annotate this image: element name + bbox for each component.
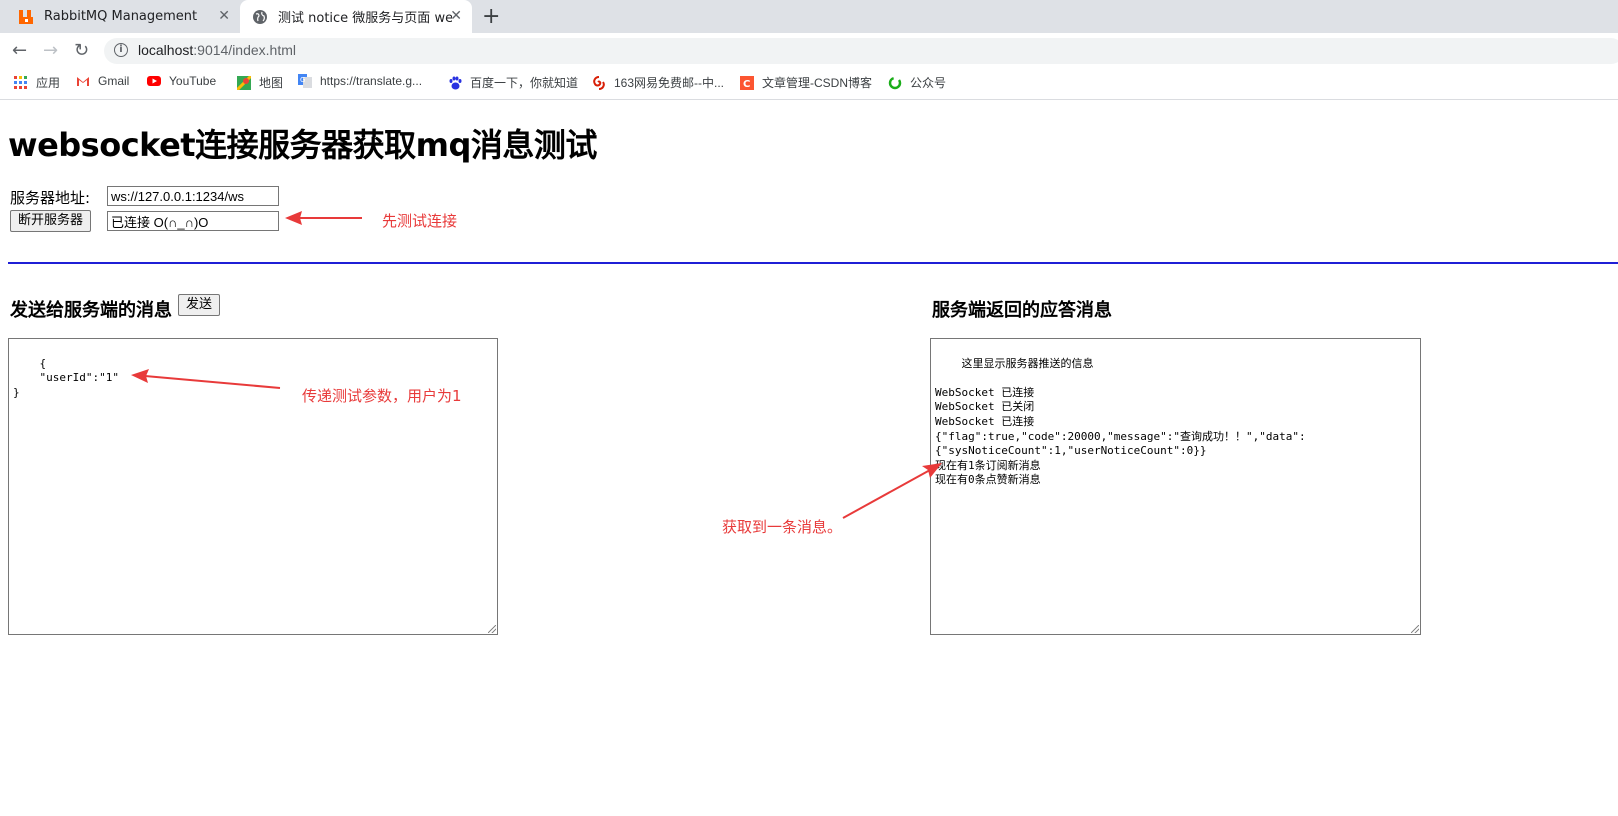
globe-icon	[253, 9, 267, 24]
rabbitmq-icon	[19, 9, 33, 24]
forward-arrow-icon[interactable]: →	[43, 40, 58, 61]
csdn-icon: C	[740, 75, 754, 90]
bookmark-label: 百度一下，你就知道	[470, 76, 579, 90]
resize-grip-icon[interactable]	[1411, 625, 1419, 633]
gmail-icon	[77, 77, 89, 86]
maps-icon	[237, 75, 251, 90]
bookmark-baidu[interactable]: 百度一下，你就知道	[448, 74, 578, 91]
back-arrow-icon[interactable]: ←	[12, 40, 27, 61]
url-text[interactable]: localhost:9014/index.html	[138, 42, 296, 58]
bookmark-csdn[interactable]: C 文章管理-CSDN博客	[740, 74, 872, 91]
annotation-received: 获取到一条消息。	[722, 518, 843, 536]
bookmark-youtube[interactable]: YouTube	[147, 74, 216, 88]
tab-strip: RabbitMQ Management ✕ 测试 notice 微服务与页面 w…	[0, 0, 1618, 33]
netease-icon	[593, 75, 605, 90]
new-tab-icon[interactable]: +	[482, 4, 500, 29]
send-message-textarea[interactable]: { "userId":"1" }	[8, 338, 498, 635]
bookmark-translate[interactable]: G https://translate.g...	[298, 74, 422, 88]
response-text: 这里显示服务器推送的信息 WebSocket 已连接 WebSocket 已关闭…	[935, 356, 1306, 487]
bookmarks-bar: 应用 Gmail YouTube 地图 G https://translate.…	[0, 67, 1618, 100]
bookmark-label: 应用	[36, 76, 61, 90]
annotation-connect: 先测试连接	[382, 212, 458, 230]
page-title: websocket连接服务器获取mq消息测试	[8, 126, 597, 164]
annotation-param: 传递测试参数，用户为1	[302, 387, 462, 405]
response-heading: 服务端返回的应答消息	[932, 300, 1112, 321]
svg-text:C: C	[743, 79, 750, 90]
site-info-icon[interactable]: i	[114, 43, 128, 57]
baidu-paw-icon	[449, 76, 462, 89]
bookmark-apps[interactable]: 应用	[14, 74, 60, 91]
page-content: websocket连接服务器获取mq消息测试 服务器地址: 断开服务器 发送给服…	[0, 100, 1618, 816]
tab-title: 测试 notice 微服务与页面 websocket	[278, 11, 452, 26]
resize-grip-icon[interactable]	[488, 625, 496, 633]
close-tab-icon[interactable]: ✕	[218, 8, 230, 24]
disconnect-button[interactable]: 断开服务器	[10, 210, 91, 232]
translate-icon: G	[298, 74, 312, 88]
send-heading: 发送给服务端的消息	[10, 300, 172, 321]
bookmark-gmail[interactable]: Gmail	[76, 74, 129, 88]
response-textarea[interactable]: 这里显示服务器推送的信息 WebSocket 已连接 WebSocket 已关闭…	[930, 338, 1421, 635]
connection-status-field[interactable]	[107, 211, 279, 231]
tab-notice-test[interactable]: 测试 notice 微服务与页面 websocket ✕	[240, 0, 472, 33]
wechat-icon	[888, 76, 902, 89]
bookmark-label: 地图	[259, 76, 284, 90]
tab-rabbitmq[interactable]: RabbitMQ Management ✕	[8, 0, 240, 33]
svg-text:G: G	[300, 76, 305, 84]
bookmark-label: 163网易免费邮--中...	[614, 76, 725, 90]
bookmark-label: 公众号	[910, 76, 947, 90]
bookmark-wechat[interactable]: 公众号	[888, 74, 946, 91]
bookmark-label: YouTube	[169, 74, 217, 88]
tab-title: RabbitMQ Management	[44, 9, 198, 24]
server-address-label: 服务器地址:	[10, 189, 91, 207]
close-tab-icon[interactable]: ✕	[450, 8, 462, 24]
bookmark-163[interactable]: 163网易免费邮--中...	[592, 74, 724, 91]
apps-grid-icon	[14, 75, 27, 89]
send-message-text: { "userId":"1" }	[13, 356, 119, 399]
arrow-to-status	[285, 211, 362, 225]
url-host: localhost	[138, 42, 194, 58]
bookmark-maps[interactable]: 地图	[237, 74, 283, 91]
divider	[8, 262, 1618, 264]
arrow-to-response	[842, 463, 942, 519]
bookmark-label: https://translate.g...	[320, 74, 423, 88]
bookmark-label: Gmail	[98, 74, 130, 88]
send-button[interactable]: 发送	[178, 294, 220, 316]
youtube-icon	[147, 76, 161, 86]
reload-icon[interactable]: ↻	[74, 40, 89, 61]
server-address-input[interactable]	[107, 186, 279, 206]
bookmark-label: 文章管理-CSDN博客	[762, 76, 872, 90]
url-path: :9014/index.html	[193, 42, 296, 58]
address-bar[interactable]	[104, 38, 1618, 64]
